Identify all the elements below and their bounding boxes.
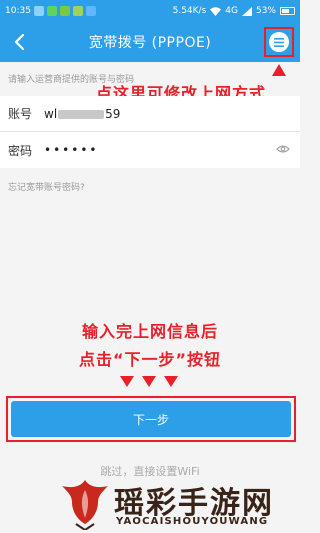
forgot-account-link[interactable]: 忘记宽带账号密码? — [8, 180, 85, 193]
account-prefix: wl — [44, 106, 58, 121]
account-label: 账号 — [8, 107, 33, 121]
network-speed: 5.54K/s — [172, 6, 207, 16]
battery-percent: 53% — [255, 6, 276, 16]
watermark-sub: YAOCAISHOUYOUWANG — [116, 516, 269, 527]
status-right: 5.54K/s 4G 53% — [173, 6, 295, 16]
status-time: 10:35 — [5, 6, 31, 16]
eye-icon[interactable] — [276, 142, 290, 156]
down-arrow-icon — [120, 376, 134, 387]
account-row: 账号 wl 59 — [0, 96, 300, 132]
app-icon — [59, 6, 70, 16]
bird-logo-icon — [62, 480, 108, 530]
status-left: 10:35 — [5, 6, 96, 16]
wifi-icon — [210, 6, 222, 16]
account-input[interactable]: wl 59 — [44, 107, 120, 121]
menu-icon — [269, 32, 289, 52]
next-button[interactable]: 下一步 — [11, 401, 291, 437]
annotation-mid-line2: 点击“下一步”按钮 — [78, 350, 222, 369]
chevron-left-icon — [14, 33, 25, 51]
battery-icon — [280, 7, 295, 15]
status-bar: 10:35 5.54K/s 4G 53% — [0, 0, 300, 22]
app-icon — [72, 6, 83, 16]
network-type: 4G — [225, 6, 238, 16]
down-arrow-icon — [164, 376, 178, 387]
down-arrow-icon — [142, 376, 156, 387]
page-title: 宽带拨号 (PPPOE) — [88, 35, 212, 51]
redaction-mask — [58, 109, 105, 119]
password-row: 密码 •••••• — [0, 132, 300, 168]
annotation-arrow-up — [272, 64, 286, 76]
annotation-mid-line1: 输入完上网信息后 — [81, 322, 218, 341]
password-input[interactable]: •••••• — [44, 143, 98, 157]
back-button[interactable] — [8, 30, 30, 54]
watermark: 瑶彩手游网 YAOCAISHOUYOUWANG — [58, 474, 298, 530]
password-label: 密码 — [8, 143, 33, 158]
signal-icon — [241, 6, 252, 16]
shield-icon — [85, 6, 96, 16]
menu-button[interactable] — [264, 27, 294, 57]
account-suffix: 59 — [105, 106, 121, 121]
notification-icon — [33, 6, 44, 16]
app-header: 宽带拨号 (PPPOE) — [0, 22, 300, 62]
wechat-icon — [46, 6, 57, 16]
login-form: 账号 wl 59 密码 •••••• — [0, 96, 300, 168]
annotation-down-arrows — [120, 376, 178, 387]
